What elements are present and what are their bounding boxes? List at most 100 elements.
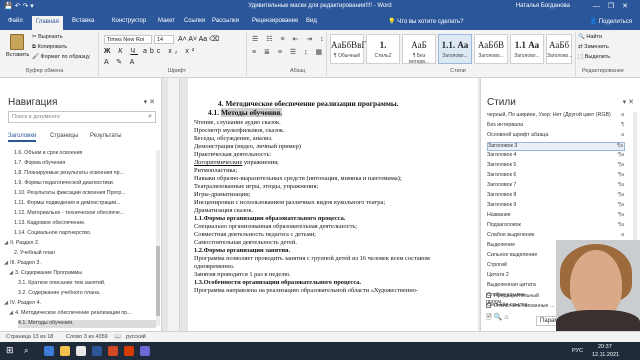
heading-item[interactable]: ◢ II. Раздел 2. [4, 240, 156, 248]
style-tile[interactable]: АаБбВвГ ¶ Обычный [330, 34, 367, 64]
doc-line[interactable]: Инсценировки с использованием различных … [194, 199, 474, 207]
style-list-item[interactable]: Заголовок 6 ¶a [487, 172, 625, 181]
pane-controls[interactable]: ▾ ✕ [144, 98, 155, 106]
heading-item[interactable]: 3.2. Содержание учебного плана. [18, 290, 156, 298]
tab-references[interactable]: Ссылки [184, 18, 205, 24]
style-list-item[interactable]: Заголовок 5 ¶a [487, 162, 625, 171]
font-name-box[interactable]: Times New Roi [104, 35, 152, 44]
select-button[interactable]: ⬚ Выделить [578, 54, 610, 60]
start-icon[interactable]: ⊞ [6, 345, 14, 356]
style-list-item[interactable]: Заголовок 9 ¶a [487, 202, 625, 211]
taskview-icon[interactable] [44, 346, 54, 356]
heading-item-selected[interactable]: 4.1. Методы обучения. [18, 320, 156, 328]
document-canvas[interactable]: 4. Методическое обеспечение реализации п… [162, 78, 480, 331]
style-list-item[interactable]: Подзаголовок ¶a [487, 222, 625, 231]
window-controls[interactable]: —❐✕ [593, 2, 636, 10]
style-list-item[interactable]: Выделенная цитата [487, 282, 559, 291]
pane-controls[interactable]: ▾ ✕ [623, 98, 634, 106]
clock-date[interactable]: 12.11.2021 [592, 352, 619, 358]
expand-triangle-icon[interactable]: ◢ [4, 240, 8, 246]
tab-file[interactable]: Файл [8, 18, 23, 24]
expand-triangle-icon[interactable]: ◢ [4, 300, 8, 306]
app-icon[interactable] [124, 346, 134, 356]
document-page[interactable]: 4. Методическое обеспечение реализации п… [188, 78, 478, 331]
nav-scrollbar[interactable] [156, 150, 160, 326]
style-tile[interactable]: АаБ ¶ Без интерв... [402, 34, 436, 65]
powerpoint-icon[interactable] [108, 346, 118, 356]
style-tile[interactable]: 1.1. Аа Заголово... [438, 34, 472, 64]
doc-subheading[interactable]: 1.3.Особенности организации образователь… [194, 279, 474, 287]
tab-headings[interactable]: Заголовки [8, 133, 37, 142]
heading-item[interactable]: 1.14. Социальное партнерство. [14, 230, 156, 238]
tab-mailings[interactable]: Рассылки [212, 18, 239, 24]
tell-me-box[interactable]: 💡 Что вы хотите сделать? [388, 18, 463, 25]
heading-item[interactable]: 1.12. Материально - техническое обеспече… [14, 210, 156, 218]
page-count[interactable]: Страница 13 из 18 [6, 334, 53, 340]
doc-line[interactable]: Беседы, обсуждение, анализ. [194, 135, 474, 143]
tab-review[interactable]: Рецензирование [252, 18, 298, 24]
style-list-item[interactable]: черный, По ширине, Узор: Нет (Другой цве… [487, 112, 625, 121]
tab-home[interactable]: Главная [32, 16, 63, 30]
style-tile[interactable]: АаБбВ Заголово... [474, 34, 508, 64]
style-list-item[interactable]: Сильное выделение [487, 252, 559, 261]
heading-item[interactable]: ◢ III. Раздел 3. [4, 260, 156, 268]
expand-triangle-icon[interactable]: ◢ [4, 260, 8, 266]
heading-item[interactable]: 1.7. Форма обучения [14, 160, 156, 168]
chrome-icon[interactable] [76, 346, 86, 356]
find-button[interactable]: 🔍 Найти [578, 34, 602, 40]
tab-results[interactable]: Результаты [90, 133, 122, 139]
search-icon[interactable]: ⌕ [148, 113, 152, 121]
doc-line[interactable]: Чтение, слушание аудио сказок. [194, 119, 474, 127]
style-list-item[interactable]: Без интервала ¶ [487, 122, 625, 131]
tab-insert[interactable]: Вставка [72, 18, 94, 24]
scrollbar-thumb[interactable] [156, 246, 160, 316]
doc-line[interactable]: Совместная деятельность педагога с детьм… [194, 231, 474, 239]
doc-line[interactable]: Самостоятельная деятельность детей. [194, 239, 474, 247]
heading-item[interactable]: 1.10. Результаты фиксации освоения Прогр… [14, 190, 156, 198]
proofing-icon[interactable]: 📖 [114, 334, 121, 340]
heading-item[interactable]: 1.9. Формы педагогической диагностики. [14, 180, 156, 188]
style-list-item-selected[interactable]: Заголовок 3 ¶a [487, 142, 625, 151]
doc-line[interactable]: Практическая деятельность: [194, 151, 474, 159]
paste-button[interactable]: Вставить [6, 34, 29, 58]
minimize-button[interactable]: — [593, 3, 608, 10]
language-indicator[interactable]: русский [126, 334, 146, 340]
doc-line[interactable]: Ритмопластика; [194, 167, 474, 175]
nav-search-input[interactable]: Поиск в документе ⌕ [8, 111, 156, 123]
doc-line[interactable]: Игры-драматизации; [194, 191, 474, 199]
heading-item[interactable]: ◢ IV. Раздел 4. [4, 300, 156, 308]
tab-view[interactable]: Вид [306, 18, 317, 24]
doc-subheading[interactable]: 1.1.Формы организации образовательного п… [194, 215, 474, 223]
clock-time[interactable]: 20:37 [598, 344, 612, 350]
style-list-item[interactable]: Цитата 2 [487, 272, 559, 281]
doc-line[interactable]: Театрализованные игры, этюды, упражнения… [194, 183, 474, 191]
app-icon[interactable] [140, 346, 150, 356]
heading-item[interactable]: 1.11. Формы подведения и демонстрации... [14, 200, 156, 208]
search-icon[interactable]: ⌕ [24, 346, 28, 356]
heading-item[interactable]: 1.6. Объем и срок освоения [14, 150, 156, 158]
style-tile[interactable]: 1. Стиль2 [366, 34, 400, 64]
expand-triangle-icon[interactable]: ◢ [9, 270, 13, 276]
doc-line[interactable]: Логоритмические упражнения; [194, 159, 474, 167]
heading-item[interactable]: 3.1. Краткое описание тем занятий. [18, 280, 156, 288]
style-tile[interactable]: АаБб Заголово... [546, 34, 573, 64]
doc-line[interactable]: Специально организованная образовательна… [194, 223, 474, 231]
heading-item[interactable]: ◢ 3. Содержание Программы [9, 270, 156, 278]
user-name[interactable]: Наталья Богданова [516, 3, 570, 9]
font-format-buttons[interactable]: Ж К Ч abc x₂ x² [104, 48, 197, 55]
doc-line[interactable]: Драматизация сказок. [194, 207, 474, 215]
doc-line[interactable]: Программа направлена на реализацию образ… [194, 287, 474, 295]
checkbox-box[interactable] [486, 293, 491, 298]
style-list-item[interactable]: Заголовок 4 ¶a [487, 152, 625, 161]
font-size-box[interactable]: 14 [154, 35, 174, 44]
doc-heading[interactable]: 4. Методическое обеспечение реализации п… [218, 100, 480, 108]
doc-line[interactable]: Программа позволяет проводить занятия с … [194, 255, 474, 263]
close-button[interactable]: ✕ [622, 3, 636, 10]
tab-pages[interactable]: Страницы [50, 133, 78, 139]
style-list-item[interactable]: Строгий [487, 262, 559, 271]
checkbox-box[interactable] [486, 303, 491, 308]
style-action-icons[interactable]: 🗎 🔍 ⌂ [486, 313, 508, 324]
share-button[interactable]: 👤 Поделиться [590, 18, 632, 25]
font-color-buttons[interactable]: A ✎ A [104, 58, 137, 66]
doc-subheading[interactable]: 1.2.Формы организации занятия. [194, 247, 474, 255]
